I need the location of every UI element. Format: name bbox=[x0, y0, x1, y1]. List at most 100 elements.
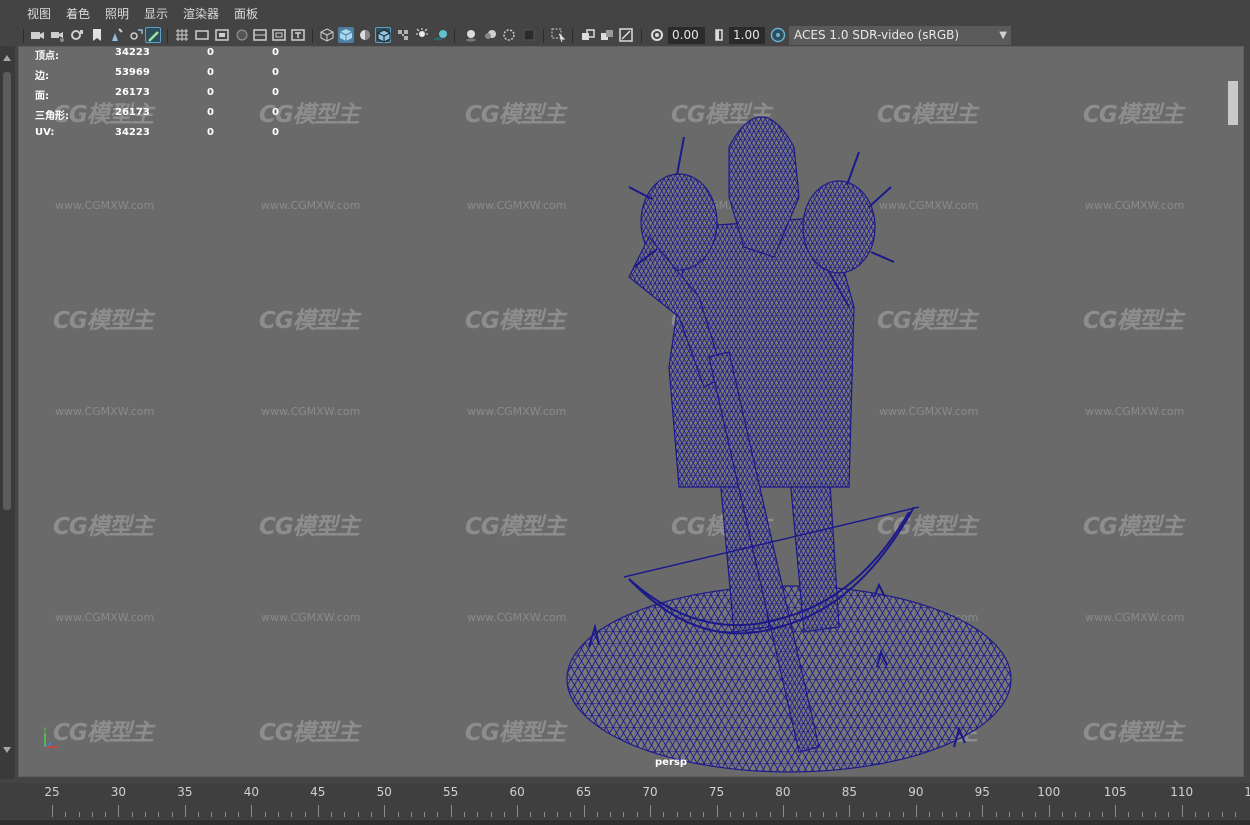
frame-label: 85 bbox=[841, 785, 858, 799]
depth-of-field-icon[interactable] bbox=[521, 27, 537, 43]
smooth-shade-icon[interactable] bbox=[338, 27, 354, 43]
frame-tick bbox=[490, 812, 492, 817]
wireframe-icon[interactable] bbox=[319, 27, 335, 43]
resolution-gate-icon[interactable] bbox=[214, 27, 230, 43]
frame-tick bbox=[955, 812, 957, 817]
frame-tick bbox=[131, 812, 133, 817]
frame-tick bbox=[238, 812, 240, 817]
menu-show[interactable]: 显示 bbox=[144, 5, 168, 22]
frame-tick bbox=[78, 812, 80, 817]
frame-tick bbox=[862, 812, 864, 817]
frame-tick bbox=[105, 812, 107, 817]
time-slider-bottom bbox=[0, 820, 1250, 825]
watermark-logo: CG模型主 bbox=[53, 308, 154, 334]
frame-tick bbox=[1168, 812, 1170, 817]
frame-tick bbox=[1234, 812, 1236, 817]
menu-shading[interactable]: 着色 bbox=[66, 5, 90, 22]
frame-label: 105 bbox=[1103, 785, 1127, 799]
frame-tick bbox=[1194, 812, 1196, 817]
watermark-logo: CG模型主 bbox=[1083, 720, 1184, 746]
frame-tick bbox=[1221, 812, 1223, 817]
watermark-url: www.CGMXW.com bbox=[261, 405, 361, 418]
use-all-lights-icon[interactable] bbox=[414, 27, 430, 43]
menu-lighting[interactable]: 照明 bbox=[105, 5, 129, 22]
frame-tick bbox=[517, 805, 519, 817]
frame-tick bbox=[849, 805, 851, 817]
color-space-dropdown[interactable]: ACES 1.0 SDR-video (sRGB) ▼ bbox=[789, 26, 1011, 45]
gamma-icon[interactable] bbox=[711, 27, 727, 43]
scroll-down-icon[interactable] bbox=[2, 746, 12, 754]
film-gate-icon[interactable] bbox=[194, 27, 210, 43]
frame-tick bbox=[610, 812, 612, 817]
vertical-scrollbar[interactable] bbox=[3, 72, 11, 510]
watermark-logo: CG模型主 bbox=[259, 514, 360, 540]
frame-tick bbox=[1115, 805, 1117, 817]
frame-tick bbox=[743, 812, 745, 817]
wireframe-character-model[interactable] bbox=[529, 67, 1029, 777]
frame-tick bbox=[902, 812, 904, 817]
time-slider[interactable]: 25 30 35 40 45 50 55 60 65 70 75 80 85 90 95 100 105 110 1 bbox=[0, 783, 1250, 825]
safe-title-icon[interactable] bbox=[290, 27, 306, 43]
xray-icon[interactable] bbox=[580, 27, 596, 43]
menu-panels[interactable]: 面板 bbox=[234, 5, 258, 22]
gamma-field[interactable]: 1.00 bbox=[729, 27, 765, 44]
screen-space-ao-icon[interactable] bbox=[463, 27, 479, 43]
frame-tick bbox=[357, 812, 359, 817]
bookmark-icon[interactable] bbox=[69, 27, 85, 43]
frame-tick bbox=[145, 812, 147, 817]
shadows-icon[interactable] bbox=[433, 27, 449, 43]
frame-tick bbox=[1155, 812, 1157, 817]
watermark-logo: CG模型主 bbox=[53, 720, 154, 746]
anti-aliasing-icon[interactable] bbox=[501, 27, 517, 43]
frame-label: 90 bbox=[908, 785, 924, 799]
frame-label: 75 bbox=[708, 785, 725, 799]
watermark-url: www.CGMXW.com bbox=[55, 611, 155, 624]
grid-icon[interactable] bbox=[174, 27, 190, 43]
exposure-field[interactable]: 0.00 bbox=[668, 27, 705, 44]
frame-tick bbox=[1035, 812, 1037, 817]
frame-tick bbox=[583, 805, 585, 817]
watermark-url: www.CGMXW.com bbox=[55, 405, 155, 418]
camera-move-icon[interactable] bbox=[128, 27, 144, 43]
color-management-icon[interactable] bbox=[770, 27, 786, 43]
wireframe-on-shaded-icon[interactable] bbox=[375, 27, 391, 43]
svg-text:Y: Y bbox=[42, 727, 47, 734]
select-camera-icon[interactable] bbox=[29, 27, 45, 43]
field-chart-icon[interactable] bbox=[252, 27, 268, 43]
menu-renderer[interactable]: 渲染器 bbox=[183, 5, 219, 22]
right-edge bbox=[1244, 46, 1250, 777]
gate-mask-icon[interactable] bbox=[234, 27, 250, 43]
frame-tick bbox=[410, 812, 412, 817]
left-scroll-strip bbox=[0, 46, 15, 779]
isolate-select-icon[interactable] bbox=[550, 27, 566, 43]
camera-attributes-icon[interactable] bbox=[49, 27, 65, 43]
frame-tick bbox=[264, 812, 266, 817]
frame-label: 50 bbox=[376, 785, 392, 799]
frame-label: 70 bbox=[642, 785, 658, 799]
watermark-url: www.CGMXW.com bbox=[1085, 611, 1185, 624]
frame-tick bbox=[822, 812, 824, 817]
frame-label: 110 bbox=[1170, 785, 1194, 799]
watermark-url: www.CGMXW.com bbox=[261, 611, 361, 624]
view-cube-edge[interactable] bbox=[1228, 81, 1238, 125]
safe-action-icon[interactable] bbox=[271, 27, 287, 43]
frame-tick bbox=[171, 812, 173, 817]
frame-tick bbox=[397, 812, 399, 817]
xray-joints-icon[interactable] bbox=[599, 27, 615, 43]
frame-tick bbox=[530, 812, 532, 817]
textured-icon[interactable] bbox=[395, 27, 411, 43]
menu-view[interactable]: 视图 bbox=[27, 5, 51, 22]
grease-pencil-icon[interactable] bbox=[109, 27, 125, 43]
scroll-up-icon[interactable] bbox=[2, 54, 12, 62]
backface-culling-icon[interactable] bbox=[618, 27, 634, 43]
frame-tick bbox=[703, 812, 705, 817]
watermark-logo: CG模型主 bbox=[1083, 308, 1184, 334]
frame-tick bbox=[503, 812, 505, 817]
motion-blur-icon[interactable] bbox=[482, 27, 498, 43]
exposure-icon[interactable] bbox=[649, 27, 665, 43]
image-plane-icon[interactable] bbox=[89, 27, 105, 43]
use-default-material-icon[interactable] bbox=[357, 27, 373, 43]
pencil-draw-icon[interactable] bbox=[145, 27, 161, 43]
perspective-viewport[interactable]: CG模型主 www.CGMXW.com CG模型主 www.CGMXW.com CG模型… bbox=[18, 46, 1244, 777]
frame-tick bbox=[291, 812, 293, 817]
